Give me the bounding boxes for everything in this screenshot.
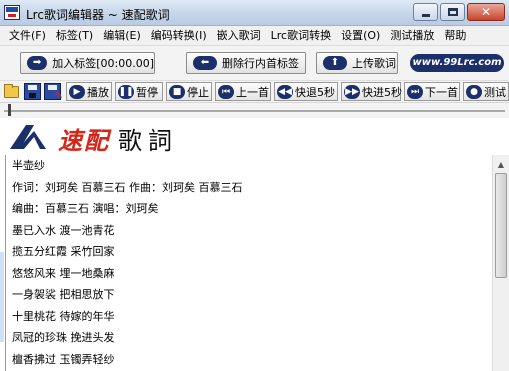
- open-folder-icon[interactable]: [4, 84, 19, 98]
- tag-toolbar: ➡ 加入标签[00:00.00] ⬅ 删除行内首标签 ⬆ 上传歌词 www.99…: [0, 46, 509, 80]
- lyric-line: 檀香拂过 玉镯弄轻纱: [12, 353, 115, 366]
- test-icon: ●: [466, 84, 482, 99]
- close-button[interactable]: ✕: [467, 3, 505, 21]
- slider-track: [4, 110, 505, 112]
- logo-speed-text: 速配: [58, 126, 110, 155]
- scrollbar-thumb[interactable]: [495, 173, 507, 278]
- skip-next-icon: ⏭: [407, 84, 423, 99]
- arrow-left-icon: ⬅: [193, 56, 217, 70]
- fast-forward-button[interactable]: ▶▶ 快进5秒: [341, 82, 402, 101]
- save-as-icon[interactable]: [44, 83, 63, 102]
- minimize-button[interactable]: [413, 3, 438, 21]
- stop-button[interactable]: ■ 停止: [166, 82, 212, 101]
- logo-banner: 速配 歌詞: [0, 118, 509, 155]
- play-icon: ▶: [69, 84, 85, 99]
- window-title: Lrc歌词编辑器 ~ 速配歌词: [26, 8, 170, 22]
- menu-encoding[interactable]: 编码转换(I): [146, 26, 212, 46]
- next-button[interactable]: ⏭ 下一首: [404, 82, 460, 101]
- fast-back-button[interactable]: ◀◀ 快退5秒: [274, 82, 338, 101]
- previous-button[interactable]: ⏮ 上一首: [215, 82, 271, 101]
- playback-toolbar: ▶ 播放 ❚❚ 暂停 ■ 停止 ⏮ 上一首 ◀◀ 快退5秒 ▶▶ 快进5秒 ⏭ …: [0, 80, 509, 102]
- play-button[interactable]: ▶ 播放: [66, 82, 112, 101]
- menu-settings[interactable]: 设置(O): [336, 26, 385, 46]
- lyric-line: 编曲：百慕三石 演唱：刘珂矣: [12, 202, 159, 215]
- lyric-line: 凤冠的珍珠 挽进头发: [12, 331, 115, 344]
- delete-first-tag-button[interactable]: ⬅ 删除行内首标签: [186, 52, 306, 74]
- arrow-right-icon: ➡: [27, 56, 48, 70]
- menu-tag[interactable]: 标签(T): [51, 26, 98, 46]
- upload-lyrics-button[interactable]: ⬆ 上传歌词: [316, 52, 398, 74]
- maximize-button[interactable]: [440, 3, 465, 21]
- lyric-line: 十里桃花 待嫁的年华: [12, 310, 115, 323]
- close-icon: ✕: [480, 5, 492, 19]
- test-button[interactable]: ● 测试: [463, 82, 509, 101]
- website-link[interactable]: www.99Lrc.com: [410, 54, 504, 72]
- skip-previous-icon: ⏮: [218, 84, 234, 99]
- maximize-icon: [448, 8, 458, 16]
- lyrics-editor[interactable]: 半壶纱 作词：刘珂矣 百慕三石 作曲：刘珂矣 百慕三石 编曲：百慕三石 演唱：刘…: [5, 155, 492, 371]
- fast-forward-icon: ▶▶: [344, 84, 360, 99]
- scroll-up-icon[interactable]: ▲: [494, 157, 508, 172]
- lyric-line: 一身袈裟 把相思放下: [12, 288, 115, 301]
- slider-thumb[interactable]: [8, 104, 11, 116]
- line-marker: [0, 252, 4, 342]
- app-icon: [4, 5, 20, 20]
- pause-button[interactable]: ❚❚ 暂停: [115, 82, 163, 101]
- lyric-line: 墨已入水 渡一池青花: [12, 224, 115, 237]
- arrow-up-icon: ⬆: [323, 56, 347, 70]
- lyric-line: 揽五分红霞 采竹回家: [12, 245, 115, 258]
- menu-embed-lyrics[interactable]: 嵌入歌词: [212, 26, 266, 46]
- menu-edit[interactable]: 编辑(E): [98, 26, 146, 46]
- stop-icon: ■: [169, 84, 185, 99]
- playback-slider[interactable]: [0, 102, 509, 118]
- lyric-line: 悠悠风来 埋一地桑麻: [12, 267, 115, 280]
- menu-file[interactable]: 文件(F): [4, 26, 51, 46]
- vertical-scrollbar[interactable]: ▲: [492, 155, 509, 371]
- save-icon[interactable]: [24, 83, 41, 100]
- menu-help[interactable]: 帮助: [439, 26, 471, 46]
- window-controls: ✕: [413, 3, 505, 21]
- logo-icon: [10, 125, 46, 149]
- menu-test-play[interactable]: 测试播放: [385, 26, 439, 46]
- add-tag-button[interactable]: ➡ 加入标签[00:00.00]: [20, 52, 155, 74]
- lyric-line: 作词：刘珂矣 百慕三石 作曲：刘珂矣 百慕三石: [12, 181, 243, 194]
- menu-lrc-convert[interactable]: Lrc歌词转换: [266, 26, 336, 46]
- lyric-line: 半壶纱: [12, 159, 45, 172]
- menu-bar: 文件(F) 标签(T) 编辑(E) 编码转换(I) 嵌入歌词 Lrc歌词转换 设…: [0, 26, 509, 46]
- rewind-icon: ◀◀: [277, 84, 293, 99]
- minimize-icon: [422, 14, 430, 17]
- title-bar: Lrc歌词编辑器 ~ 速配歌词 ✕: [0, 0, 509, 26]
- pause-icon: ❚❚: [118, 84, 134, 99]
- logo-lyrics-text: 歌詞: [118, 127, 178, 155]
